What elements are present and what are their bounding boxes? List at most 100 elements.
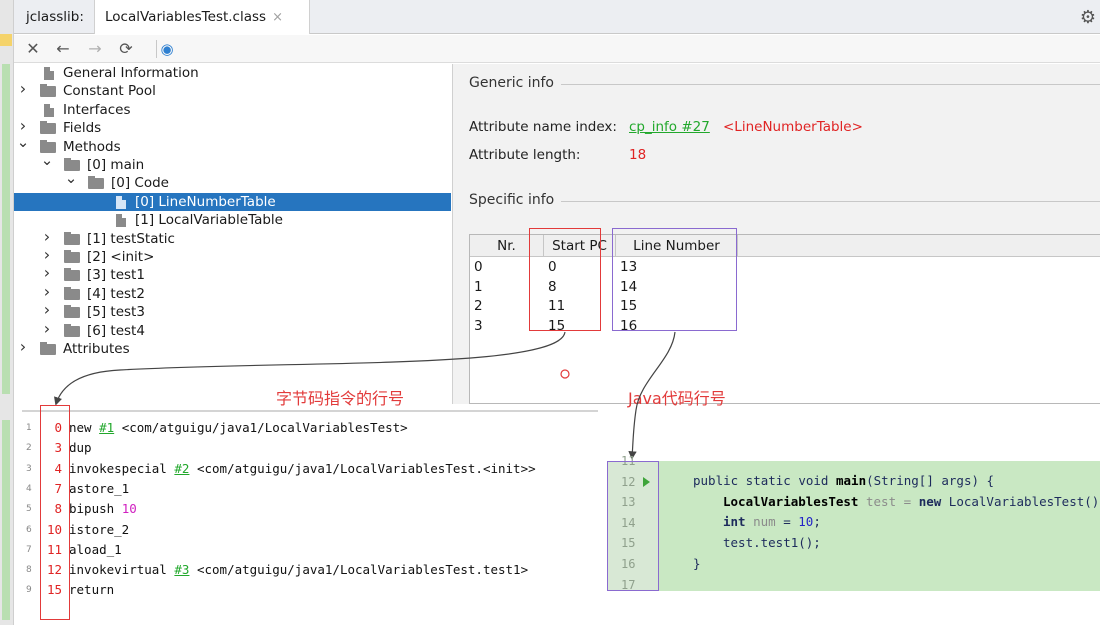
chevron-right-icon[interactable]: › <box>40 282 54 301</box>
opcode: invokevirtual <box>69 562 167 578</box>
file-icon <box>116 214 126 228</box>
cp-info-link[interactable]: cp_info #27 <box>629 119 710 135</box>
tab-jclasslib[interactable]: jclasslib: <box>16 0 94 34</box>
folder-icon <box>40 121 56 135</box>
folder-icon <box>64 250 80 263</box>
tree-node[interactable]: Interfaces <box>14 101 451 119</box>
tree-node-label: [4] test2 <box>87 285 145 302</box>
globe-icon[interactable]: ◉ <box>156 38 178 60</box>
tree-node[interactable]: › [6] test4 <box>14 319 451 340</box>
tree-node[interactable]: › [4] test2 <box>14 282 451 303</box>
table-cell[interactable]: 1 <box>474 278 483 298</box>
tree-node[interactable]: › [2] <init> <box>14 245 451 266</box>
close-tab-icon[interactable]: × <box>272 10 283 25</box>
table-cell[interactable]: 3 <box>474 317 483 337</box>
tree-node[interactable]: › [3] test1 <box>14 263 451 284</box>
folder-icon <box>64 305 80 319</box>
chevron-right-icon[interactable]: › <box>40 227 54 246</box>
tree-node[interactable]: › Constant Pool <box>14 79 451 100</box>
tree-node[interactable]: ⌄ Methods <box>14 133 451 156</box>
table-cell[interactable]: 2 <box>474 297 483 317</box>
file-icon <box>44 67 54 80</box>
table-cell[interactable]: 0 <box>474 258 483 278</box>
opcode: astore_1 <box>69 480 130 496</box>
chevron-down-icon[interactable]: ⌄ <box>40 151 54 169</box>
chevron-right-icon[interactable]: › <box>40 245 54 264</box>
code-line-13: LocalVariablesTest test = new LocalVaria… <box>723 492 1100 513</box>
opcode: return <box>69 582 115 598</box>
forward-arrow-icon[interactable]: → <box>84 38 106 60</box>
close-icon[interactable]: ✕ <box>22 38 44 60</box>
back-arrow-icon[interactable]: ← <box>52 38 74 60</box>
tab-label: jclasslib: <box>26 9 84 25</box>
tree-node[interactable]: › Fields <box>14 116 451 137</box>
tab-label: LocalVariablesTest.class <box>105 9 267 25</box>
line-index: 3 <box>26 463 32 474</box>
file-icon <box>116 195 126 209</box>
structure-tree: General Information › Constant Pool Interfa… <box>14 64 451 404</box>
java-line-annotation: Java代码行号 <box>628 389 726 408</box>
bytecode-row: 8 12 invokevirtual #3 <com/atguigu/java1/L… <box>22 560 598 580</box>
tree-node[interactable]: ⌄ [0] Code <box>14 169 451 192</box>
tree-node[interactable]: [1] LocalVariableTable <box>14 211 451 229</box>
constant-pool-link[interactable]: #3 <box>174 562 189 577</box>
chevron-down-icon[interactable]: ⌄ <box>64 169 78 187</box>
tree-node[interactable]: General Information <box>14 64 451 82</box>
folder-icon <box>64 231 80 245</box>
folder-icon <box>64 268 80 282</box>
tree-node-label: [6] test4 <box>87 322 145 339</box>
instruction: aload_1 <box>69 540 122 560</box>
tree-node-label: [5] test3 <box>87 304 145 321</box>
chevron-right-icon[interactable]: › <box>16 337 30 356</box>
constant-pool-link[interactable]: #1 <box>99 420 114 435</box>
bytecode-row: 6 10 istore_2 <box>22 520 598 540</box>
tree-node-label: [1] testStatic <box>87 230 175 247</box>
toolbar: ✕ ← → ⟳ ◉ <box>14 35 1100 63</box>
folder-icon <box>64 323 80 337</box>
keyword: int <box>723 514 746 529</box>
code-text: } <box>693 556 701 571</box>
chevron-right-icon[interactable]: › <box>16 79 30 98</box>
chevron-right-icon[interactable]: › <box>40 263 54 282</box>
tab-class-file[interactable]: LocalVariablesTest.class × <box>94 0 310 34</box>
code-line-15: test.test1(); <box>723 533 821 554</box>
constant-pool-link[interactable]: #2 <box>174 461 189 476</box>
keyword: public static void <box>693 473 829 488</box>
bytecode-line-annotation: 字节码指令的行号 <box>276 389 405 408</box>
code-line-14: int num = 10; <box>723 512 821 533</box>
tree-node[interactable]: [0] LineNumberTable <box>14 192 451 212</box>
tree-node[interactable]: › [1] testStatic <box>14 227 451 248</box>
keyword: new <box>918 494 942 509</box>
code-text: (String[] args) { <box>866 473 995 488</box>
operand-comment: <com/atguigu/java1/LocalVariablesTest> <box>121 420 408 435</box>
chevron-right-icon[interactable]: › <box>40 300 54 319</box>
refresh-icon[interactable]: ⟳ <box>115 38 137 60</box>
java-line-highlight-box <box>607 461 659 591</box>
attribute-name-value: <LineNumberTable> <box>723 119 863 135</box>
instruction: dup <box>69 438 92 458</box>
folder-icon <box>64 286 80 300</box>
tree-node[interactable]: ⌄ [0] main <box>14 151 451 174</box>
tree-node-label: [1] LocalVariableTable <box>135 212 283 229</box>
variable-name: num <box>753 514 776 529</box>
chevron-right-icon[interactable]: › <box>40 319 54 338</box>
tree-node[interactable]: › [5] test3 <box>14 300 451 321</box>
opcode: dup <box>69 440 92 456</box>
bookmark-marker <box>0 34 12 46</box>
operand-value: 10 <box>121 501 137 517</box>
divider <box>561 84 1100 85</box>
line-index: 4 <box>26 483 32 494</box>
gear-icon[interactable]: ⚙ <box>1080 7 1096 28</box>
bytecode-panel: 1 0 new #1 <com/atguigu/java1/LocalVariabl… <box>22 410 598 625</box>
bytecode-row: 3 4 invokespecial #2 <com/atguigu/java1/Lo… <box>22 459 598 479</box>
tree-node[interactable]: › Attributes <box>14 337 451 358</box>
chevron-down-icon[interactable]: ⌄ <box>16 133 30 151</box>
line-index: 5 <box>26 504 32 515</box>
divider <box>22 410 598 412</box>
opcode: istore_2 <box>69 521 130 537</box>
tree-node-label: Constant Pool <box>63 83 156 100</box>
opcode: invokespecial <box>69 460 167 476</box>
tab-bar: jclasslib: LocalVariablesTest.class × ⚙ <box>14 0 1100 34</box>
tree-node-label: Attributes <box>63 341 130 357</box>
instruction: invokespecial #2 <com/atguigu/java1/Loca… <box>69 459 536 479</box>
